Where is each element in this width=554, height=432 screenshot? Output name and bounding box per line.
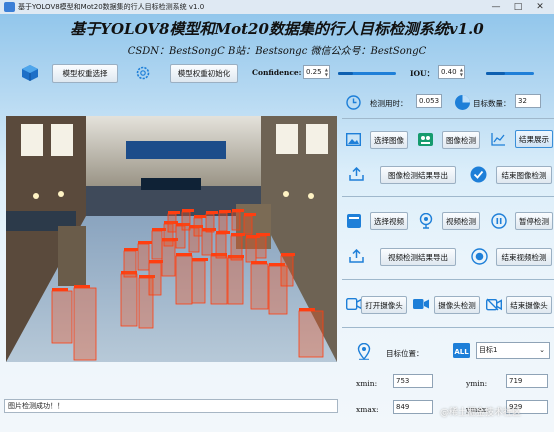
svg-text:ALL: ALL <box>454 348 469 356</box>
pie-chart-icon <box>453 93 471 111</box>
confidence-spinbox[interactable]: 0.25 ▲ ▼ <box>303 65 330 79</box>
video-camera-icon <box>412 296 429 312</box>
webcam-icon <box>417 212 434 229</box>
time-label: 检测用时： <box>370 99 408 108</box>
target-select[interactable]: 目标1 ⌄ <box>476 342 550 359</box>
iou-spinbox[interactable]: 0.40 ▲ ▼ <box>438 65 465 79</box>
detect-image-button[interactable]: 图像检测 <box>442 131 480 149</box>
iou-slider-fill <box>486 72 506 75</box>
stop-circle-icon <box>470 247 488 265</box>
divider <box>342 196 554 197</box>
camera-icon <box>345 296 362 312</box>
xmax-value: 849 <box>393 400 433 414</box>
init-weights-button[interactable]: 模型权重初始化 <box>170 64 238 83</box>
end-image-button[interactable]: 结束图像检测 <box>496 166 552 184</box>
camera-off-icon <box>485 296 502 312</box>
camera-detect-button[interactable]: 摄像头检测 <box>434 296 480 314</box>
location-pin-icon <box>356 342 372 360</box>
minimize-icon[interactable]: — <box>486 0 506 14</box>
show-result-button[interactable]: 结果展示 <box>515 130 553 148</box>
detection-display <box>6 116 337 362</box>
xmin-value: 753 <box>393 374 433 388</box>
select-video-button[interactable]: 选择视频 <box>370 212 408 230</box>
iou-label: IOU： <box>410 69 435 78</box>
watermark: @稀土掘金技术社区 <box>440 408 522 418</box>
confidence-slider[interactable] <box>338 72 396 75</box>
pause-detect-button[interactable]: 暂停检测 <box>515 212 553 230</box>
select-image-button[interactable]: 选择图像 <box>370 131 408 149</box>
cube-icon <box>20 63 40 83</box>
ymin-value: 719 <box>506 374 548 388</box>
window-titlebar: 基于YOLOV8模型和Mot20数据集的行人目标检测系统 v1.0 — □ ✕ <box>0 0 554 14</box>
maximize-icon[interactable]: □ <box>508 0 528 14</box>
detect-video-button[interactable]: 视频检测 <box>442 212 480 230</box>
xmin-label: xmin: <box>356 379 378 388</box>
divider <box>342 279 554 280</box>
upload-icon <box>348 166 364 182</box>
check-circle-icon <box>469 165 487 183</box>
ymin-label: ymin: <box>466 379 488 388</box>
chevron-down-icon: ⌄ <box>539 346 545 354</box>
close-camera-button[interactable]: 结束摄像头 <box>506 296 552 314</box>
clock-icon <box>345 94 361 110</box>
all-icon: ALL <box>452 342 470 359</box>
line-chart-icon <box>490 131 507 148</box>
image-detect-icon <box>417 131 434 148</box>
count-value: 32 <box>515 94 541 108</box>
end-video-button[interactable]: 结束视频检测 <box>496 248 552 266</box>
page-title: 基于YOLOV8模型和Mot20数据集的行人目标检测系统v1.0 <box>70 20 484 38</box>
app-logo-icon <box>4 2 15 12</box>
target-position-label: 目标位置： <box>386 349 424 358</box>
close-icon[interactable]: ✕ <box>530 0 550 14</box>
upload-icon <box>348 248 364 264</box>
divider <box>342 327 554 328</box>
image-icon <box>345 131 361 147</box>
export-video-button[interactable]: 视频检测结果导出 <box>380 248 456 266</box>
time-value: 0.053 <box>416 94 442 108</box>
xmax-label: xmax: <box>356 405 379 414</box>
page-subtitle: CSDN：BestSongC B站：Bestsongc 微信公众号：BestSo… <box>127 46 427 57</box>
pause-circle-icon <box>490 212 507 229</box>
select-weights-button[interactable]: 模型权重选择 <box>52 64 118 83</box>
export-image-button[interactable]: 图像检测结果导出 <box>380 166 456 184</box>
video-file-icon <box>346 213 362 229</box>
open-camera-button[interactable]: 打开摄像头 <box>361 296 407 314</box>
gear-icon <box>133 63 153 83</box>
confidence-label: Confidence: <box>252 68 302 77</box>
status-bar: 图片检测成功！！ <box>4 399 338 413</box>
iou-slider[interactable] <box>486 72 534 75</box>
window-title: 基于YOLOV8模型和Mot20数据集的行人目标检测系统 v1.0 <box>18 3 205 11</box>
confidence-slider-fill <box>338 72 353 75</box>
divider <box>342 118 554 119</box>
count-label: 目标数量： <box>473 99 511 108</box>
